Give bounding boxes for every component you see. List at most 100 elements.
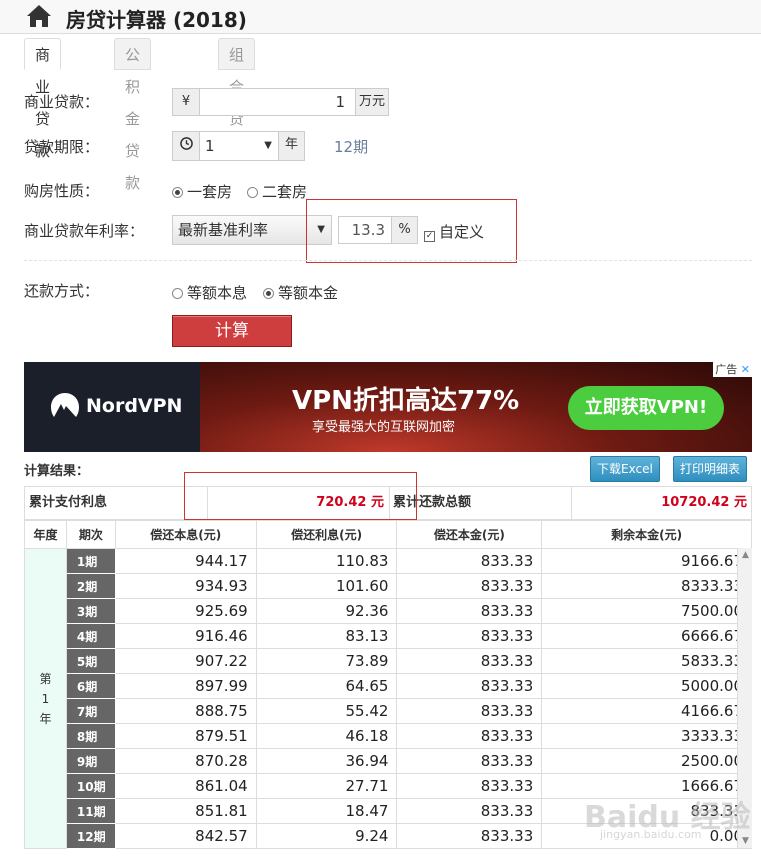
payment-cell: 944.17 (114, 548, 257, 574)
interest-cell: 101.60 (255, 573, 398, 599)
loan-term-unit: 年 (278, 131, 305, 161)
remaining-cell: 7500.00 (541, 598, 752, 624)
table-row: 7期 888.75 55.42 833.33 4166.67 (25, 698, 752, 724)
table-row: 8期 879.51 46.18 833.33 3333.33 (25, 723, 752, 749)
radio-second-home[interactable]: 二套房 (247, 181, 307, 202)
radio-first-home[interactable]: 一套房 (172, 181, 232, 202)
interest-cell: 9.24 (255, 823, 398, 849)
period-cell: 3期 (65, 598, 116, 624)
payment-cell: 861.04 (114, 773, 257, 799)
tab-combined-loan[interactable]: 组合贷款 (218, 38, 256, 160)
principal-cell: 833.33 (396, 623, 543, 649)
column-header: 偿还本金(元) (396, 520, 543, 549)
interest-cell: 83.13 (255, 623, 398, 649)
period-cell: 1期 (65, 548, 116, 574)
remaining-cell: 2500.00 (541, 748, 752, 774)
remaining-cell: 3333.33 (541, 723, 752, 749)
payment-cell: 925.69 (114, 598, 257, 624)
interest-cell: 27.71 (255, 773, 398, 799)
loan-periods: 12期 (334, 138, 369, 156)
column-header: 年度 (24, 520, 67, 549)
interest-cell: 110.83 (255, 548, 398, 574)
watermark-url: jingyan.baidu.com (600, 828, 702, 841)
payment-cell: 916.46 (114, 623, 257, 649)
principal-cell: 833.33 (396, 723, 543, 749)
scroll-up-arrow-icon[interactable]: ▲ (738, 548, 753, 562)
ad-banner[interactable]: NordVPN VPN折扣高达77% 享受最强大的互联网加密 立即获取VPN! … (24, 362, 752, 452)
principal-cell: 833.33 (396, 698, 543, 724)
results-label: 计算结果： (24, 464, 90, 479)
close-icon[interactable]: ✕ (741, 363, 750, 376)
print-details-button[interactable]: 打印明细表 (673, 456, 748, 482)
remaining-cell: 4166.67 (541, 698, 752, 724)
period-cell: 8期 (65, 723, 116, 749)
period-cell: 6期 (65, 673, 116, 699)
payment-cell: 842.57 (114, 823, 257, 849)
table-header-row: 年度 期次 偿还本息(元) 偿还利息(元) 偿还本金(元) 剩余本金(元) (24, 520, 752, 549)
radio-equal-principal[interactable]: 等额本金 (263, 282, 338, 303)
principal-cell: 833.33 (396, 798, 543, 824)
loan-term-select[interactable]: 1 ▼ (199, 131, 279, 161)
principal-cell: 833.33 (396, 648, 543, 674)
interest-cell: 55.42 (255, 698, 398, 724)
radio-dot (247, 187, 258, 198)
principal-cell: 833.33 (396, 598, 543, 624)
table-row: 3期 925.69 92.36 833.33 7500.00 (25, 598, 752, 624)
rate-label: 商业贷款年利率： (24, 222, 145, 240)
home-icon[interactable] (26, 4, 52, 28)
year-cell: 第1年 (24, 548, 67, 849)
table-row: 9期 870.28 36.94 833.33 2500.00 (25, 748, 752, 774)
loan-unit-addon: 万元 (355, 88, 389, 116)
property-type-label: 购房性质： (24, 182, 100, 200)
total-interest-label: 累计支付利息 (29, 495, 108, 510)
remaining-cell: 8333.33 (541, 573, 752, 599)
download-excel-button[interactable]: 下载Excel (590, 456, 660, 482)
interest-cell: 46.18 (255, 723, 398, 749)
repay-method-label: 还款方式： (24, 282, 100, 300)
period-cell: 11期 (65, 798, 116, 824)
interest-cell: 92.36 (255, 598, 398, 624)
table-row: 4期 916.46 83.13 833.33 6666.67 (25, 623, 752, 649)
period-cell: 4期 (65, 623, 116, 649)
table-row: 第 1 年 1期 944.17 110.83 833.33 9166.67 (24, 548, 752, 849)
period-cell: 9期 (65, 748, 116, 774)
loan-term-label: 贷款期限： (24, 138, 100, 156)
payment-cell: 907.22 (114, 648, 257, 674)
principal-cell: 833.33 (396, 573, 543, 599)
divider (24, 260, 752, 261)
ad-subline: 享受最强大的互联网加密 (312, 420, 456, 435)
remaining-cell: 9166.67 (541, 548, 752, 574)
radio-dot (172, 288, 183, 299)
page-title: 房贷计算器 (2018) (66, 8, 247, 32)
highlight-box-interest (184, 472, 417, 520)
app-header: 房贷计算器 (2018) (0, 0, 761, 34)
loan-amount-input[interactable]: 1 (199, 88, 356, 116)
currency-addon: ¥ (172, 88, 200, 116)
payment-cell: 870.28 (114, 748, 257, 774)
principal-cell: 833.33 (396, 748, 543, 774)
principal-cell: 833.33 (396, 823, 543, 849)
period-cell: 2期 (65, 573, 116, 599)
principal-cell: 833.33 (396, 548, 543, 574)
total-repay-value: 10720.42 元 (661, 495, 747, 510)
principal-cell: 833.33 (396, 673, 543, 699)
ad-tag[interactable]: 广告 ✕ (713, 362, 752, 377)
ad-cta-button[interactable]: 立即获取VPN! (568, 386, 724, 430)
payment-cell: 888.75 (114, 698, 257, 724)
nordvpn-mountain-icon (51, 393, 79, 417)
radio-dot (263, 288, 274, 299)
period-cell: 7期 (65, 698, 116, 724)
period-cell: 12期 (65, 823, 116, 849)
tab-commercial-loan[interactable]: 商业贷款 (24, 38, 62, 160)
tab-provident-fund-loan[interactable]: 公积金贷款 (114, 38, 152, 192)
interest-cell: 73.89 (255, 648, 398, 674)
radio-equal-installment[interactable]: 等额本息 (172, 282, 247, 303)
column-header: 期次 (65, 520, 116, 549)
payment-cell: 879.51 (114, 723, 257, 749)
payment-cell: 934.93 (114, 573, 257, 599)
scroll-down-arrow-icon[interactable]: ▼ (738, 834, 753, 848)
loan-amount-label: 商业贷款： (24, 93, 100, 111)
column-header: 剩余本金(元) (541, 520, 752, 549)
calculate-button[interactable]: 计算 (172, 315, 292, 347)
table-row: 5期 907.22 73.89 833.33 5833.33 (25, 648, 752, 674)
